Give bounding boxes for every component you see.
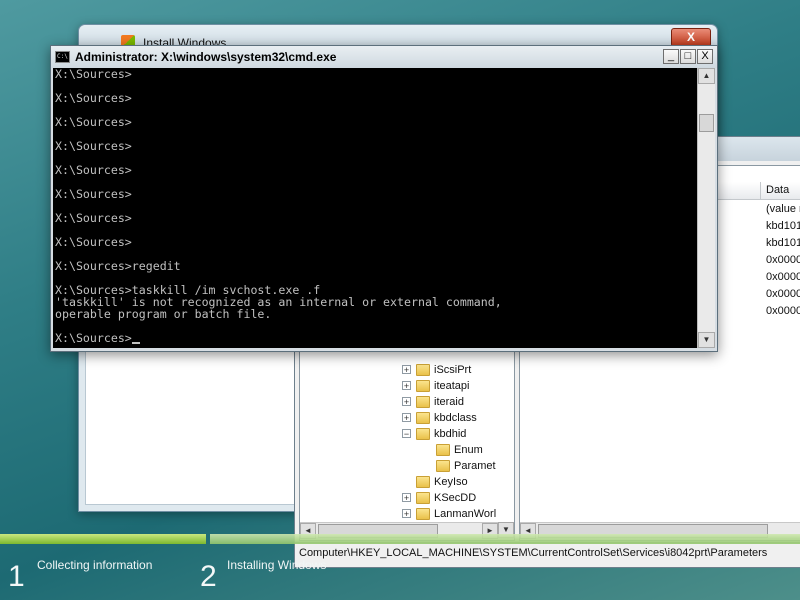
console-vertical-scrollbar[interactable]: ▲ ▼ bbox=[697, 68, 715, 348]
tree-item-label: kbdclass bbox=[434, 412, 477, 424]
maximize-button[interactable]: □ bbox=[680, 49, 696, 64]
console-line: X:\Sources> bbox=[53, 332, 697, 344]
expand-icon[interactable]: + bbox=[402, 493, 411, 503]
console-line: operable program or batch file. bbox=[55, 307, 272, 321]
tree-item-label: iteatapi bbox=[434, 380, 470, 392]
folder-icon bbox=[416, 396, 430, 408]
console-line: X:\Sources> bbox=[55, 235, 132, 249]
cmd-window[interactable]: C:\ Administrator: X:\windows\system32\c… bbox=[50, 45, 718, 352]
column-header-data[interactable]: Data bbox=[760, 182, 789, 199]
step-number-1: 1 bbox=[8, 560, 25, 593]
console-line: X:\Sources> bbox=[55, 139, 132, 153]
folder-icon bbox=[436, 460, 450, 472]
minimize-button[interactable]: _ bbox=[663, 49, 679, 64]
tree-item[interactable]: − kbdhid bbox=[300, 426, 514, 442]
text-cursor bbox=[131, 342, 140, 344]
folder-icon bbox=[436, 444, 450, 456]
tree-item[interactable]: + iteatapi bbox=[300, 378, 514, 394]
step-label-collecting: Collecting information bbox=[37, 558, 153, 572]
step-number-2: 2 bbox=[200, 560, 217, 593]
tree-item-label: Enum bbox=[454, 444, 483, 456]
regedit-status-path: Computer\HKEY_LOCAL_MACHINE\SYSTEM\Curre… bbox=[295, 542, 800, 563]
console-output[interactable]: X:\Sources> X:\Sources> X:\Sources> X:\Sour… bbox=[53, 68, 697, 348]
folder-icon bbox=[416, 412, 430, 424]
expand-icon[interactable]: + bbox=[402, 381, 411, 391]
expand-icon[interactable]: + bbox=[402, 397, 411, 407]
progress-segment-collecting bbox=[0, 534, 206, 544]
scroll-thumb[interactable] bbox=[699, 114, 714, 132]
folder-icon bbox=[416, 492, 430, 504]
tree-item-label: KeyIso bbox=[434, 476, 468, 488]
console-line: X:\Sources> bbox=[55, 68, 132, 81]
tree-item[interactable]: + KSecDD bbox=[300, 490, 514, 506]
tree-item-label: iteraid bbox=[434, 396, 464, 408]
expand-icon[interactable]: + bbox=[402, 509, 411, 519]
tree-item-label: iScsiPrt bbox=[434, 364, 472, 376]
value-data-cell[interactable]: kbd101 bbox=[766, 237, 800, 249]
console-line: X:\Sources> bbox=[55, 187, 132, 201]
tree-item-label: Paramet bbox=[454, 460, 496, 472]
tree-item[interactable]: + LanmanWorl bbox=[300, 506, 514, 522]
close-button[interactable]: X bbox=[697, 49, 713, 64]
setup-progress-bar bbox=[0, 534, 800, 544]
tree-item[interactable]: + kbdclass bbox=[300, 410, 514, 426]
value-data-cell[interactable]: 0x0000 bbox=[766, 271, 800, 283]
expand-icon[interactable]: + bbox=[402, 365, 411, 375]
folder-icon bbox=[416, 508, 430, 520]
value-data-cell[interactable]: kbd101 bbox=[766, 220, 800, 232]
scroll-down-icon[interactable]: ▼ bbox=[698, 332, 715, 348]
cmd-title: Administrator: X:\windows\system32\cmd.e… bbox=[75, 50, 337, 64]
value-data-cell[interactable]: 0x0000 bbox=[766, 305, 800, 317]
tree-item-label: kbdhid bbox=[434, 428, 467, 440]
scroll-up-icon[interactable]: ▲ bbox=[698, 68, 715, 84]
folder-icon bbox=[416, 380, 430, 392]
console-line: X:\Sources> bbox=[55, 91, 132, 105]
console-line: X:\Sources>regedit bbox=[55, 259, 181, 273]
folder-icon bbox=[416, 428, 430, 440]
console-line: X:\Sources> bbox=[55, 115, 132, 129]
folder-icon bbox=[416, 476, 430, 488]
value-data-cell[interactable]: 0x0000 bbox=[766, 254, 800, 266]
collapse-icon[interactable]: − bbox=[402, 429, 411, 439]
value-data-cell[interactable]: (value n bbox=[766, 203, 800, 215]
console-line: X:\Sources> bbox=[55, 211, 132, 225]
progress-segment-installing bbox=[210, 534, 800, 544]
tree-item-label: KSecDD bbox=[434, 492, 477, 504]
expand-icon[interactable]: + bbox=[402, 413, 411, 423]
folder-icon bbox=[416, 364, 430, 376]
tree-item-label: LanmanWorl bbox=[434, 508, 497, 520]
tree-item[interactable]: + iteraid bbox=[300, 394, 514, 410]
tree-item[interactable]: KeyIso bbox=[300, 474, 514, 490]
cmd-titlebar[interactable]: C:\ Administrator: X:\windows\system32\c… bbox=[51, 46, 717, 68]
tree-item[interactable]: Paramet bbox=[300, 458, 514, 474]
value-data-cell[interactable]: 0x0000 bbox=[766, 288, 800, 300]
console-line: X:\Sources> bbox=[55, 163, 132, 177]
tree-item[interactable]: Enum bbox=[300, 442, 514, 458]
tree-item[interactable]: + iScsiPrt bbox=[300, 362, 514, 378]
console-icon: C:\ bbox=[55, 51, 70, 63]
step-label-installing: Installing Windows bbox=[227, 558, 327, 572]
